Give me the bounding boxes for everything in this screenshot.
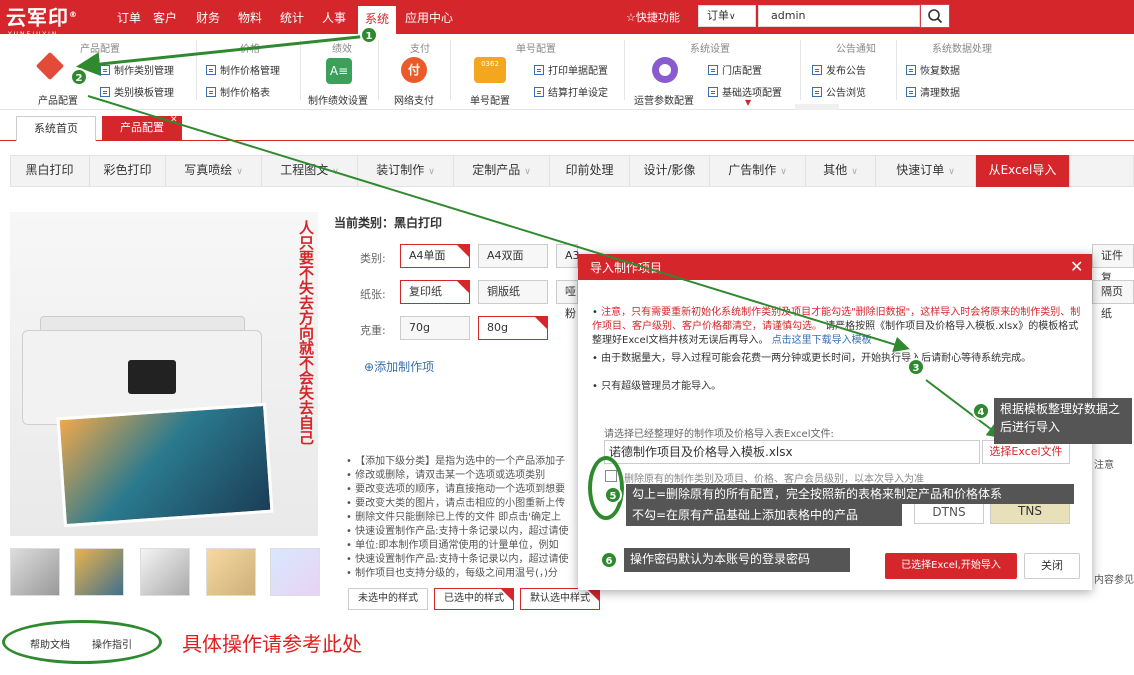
callout-6: 操作密码默认为本账号的登录密码 [624, 548, 850, 572]
step-badge-5: 5 [604, 486, 622, 504]
step-badge-1: 1 [360, 26, 378, 44]
callout-5b: 不勾=在原有产品基础上添加表格中的产品 [626, 504, 902, 526]
step-badge-2: 2 [70, 68, 88, 86]
annotation-arrows [76, 34, 1004, 439]
callout-4: 4 根据模板整理好数据之后进行导入 [966, 398, 1132, 444]
step-badge-3: 3 [907, 358, 925, 376]
callout-4-text: 根据模板整理好数据之后进行导入 [994, 398, 1132, 444]
callout-5a: 勾上=删除原有的所有配置，完全按照新的表格来制定产品和价格体系 [626, 484, 1074, 504]
step-badge-6: 6 [600, 551, 618, 569]
step-badge-4: 4 [972, 402, 990, 420]
